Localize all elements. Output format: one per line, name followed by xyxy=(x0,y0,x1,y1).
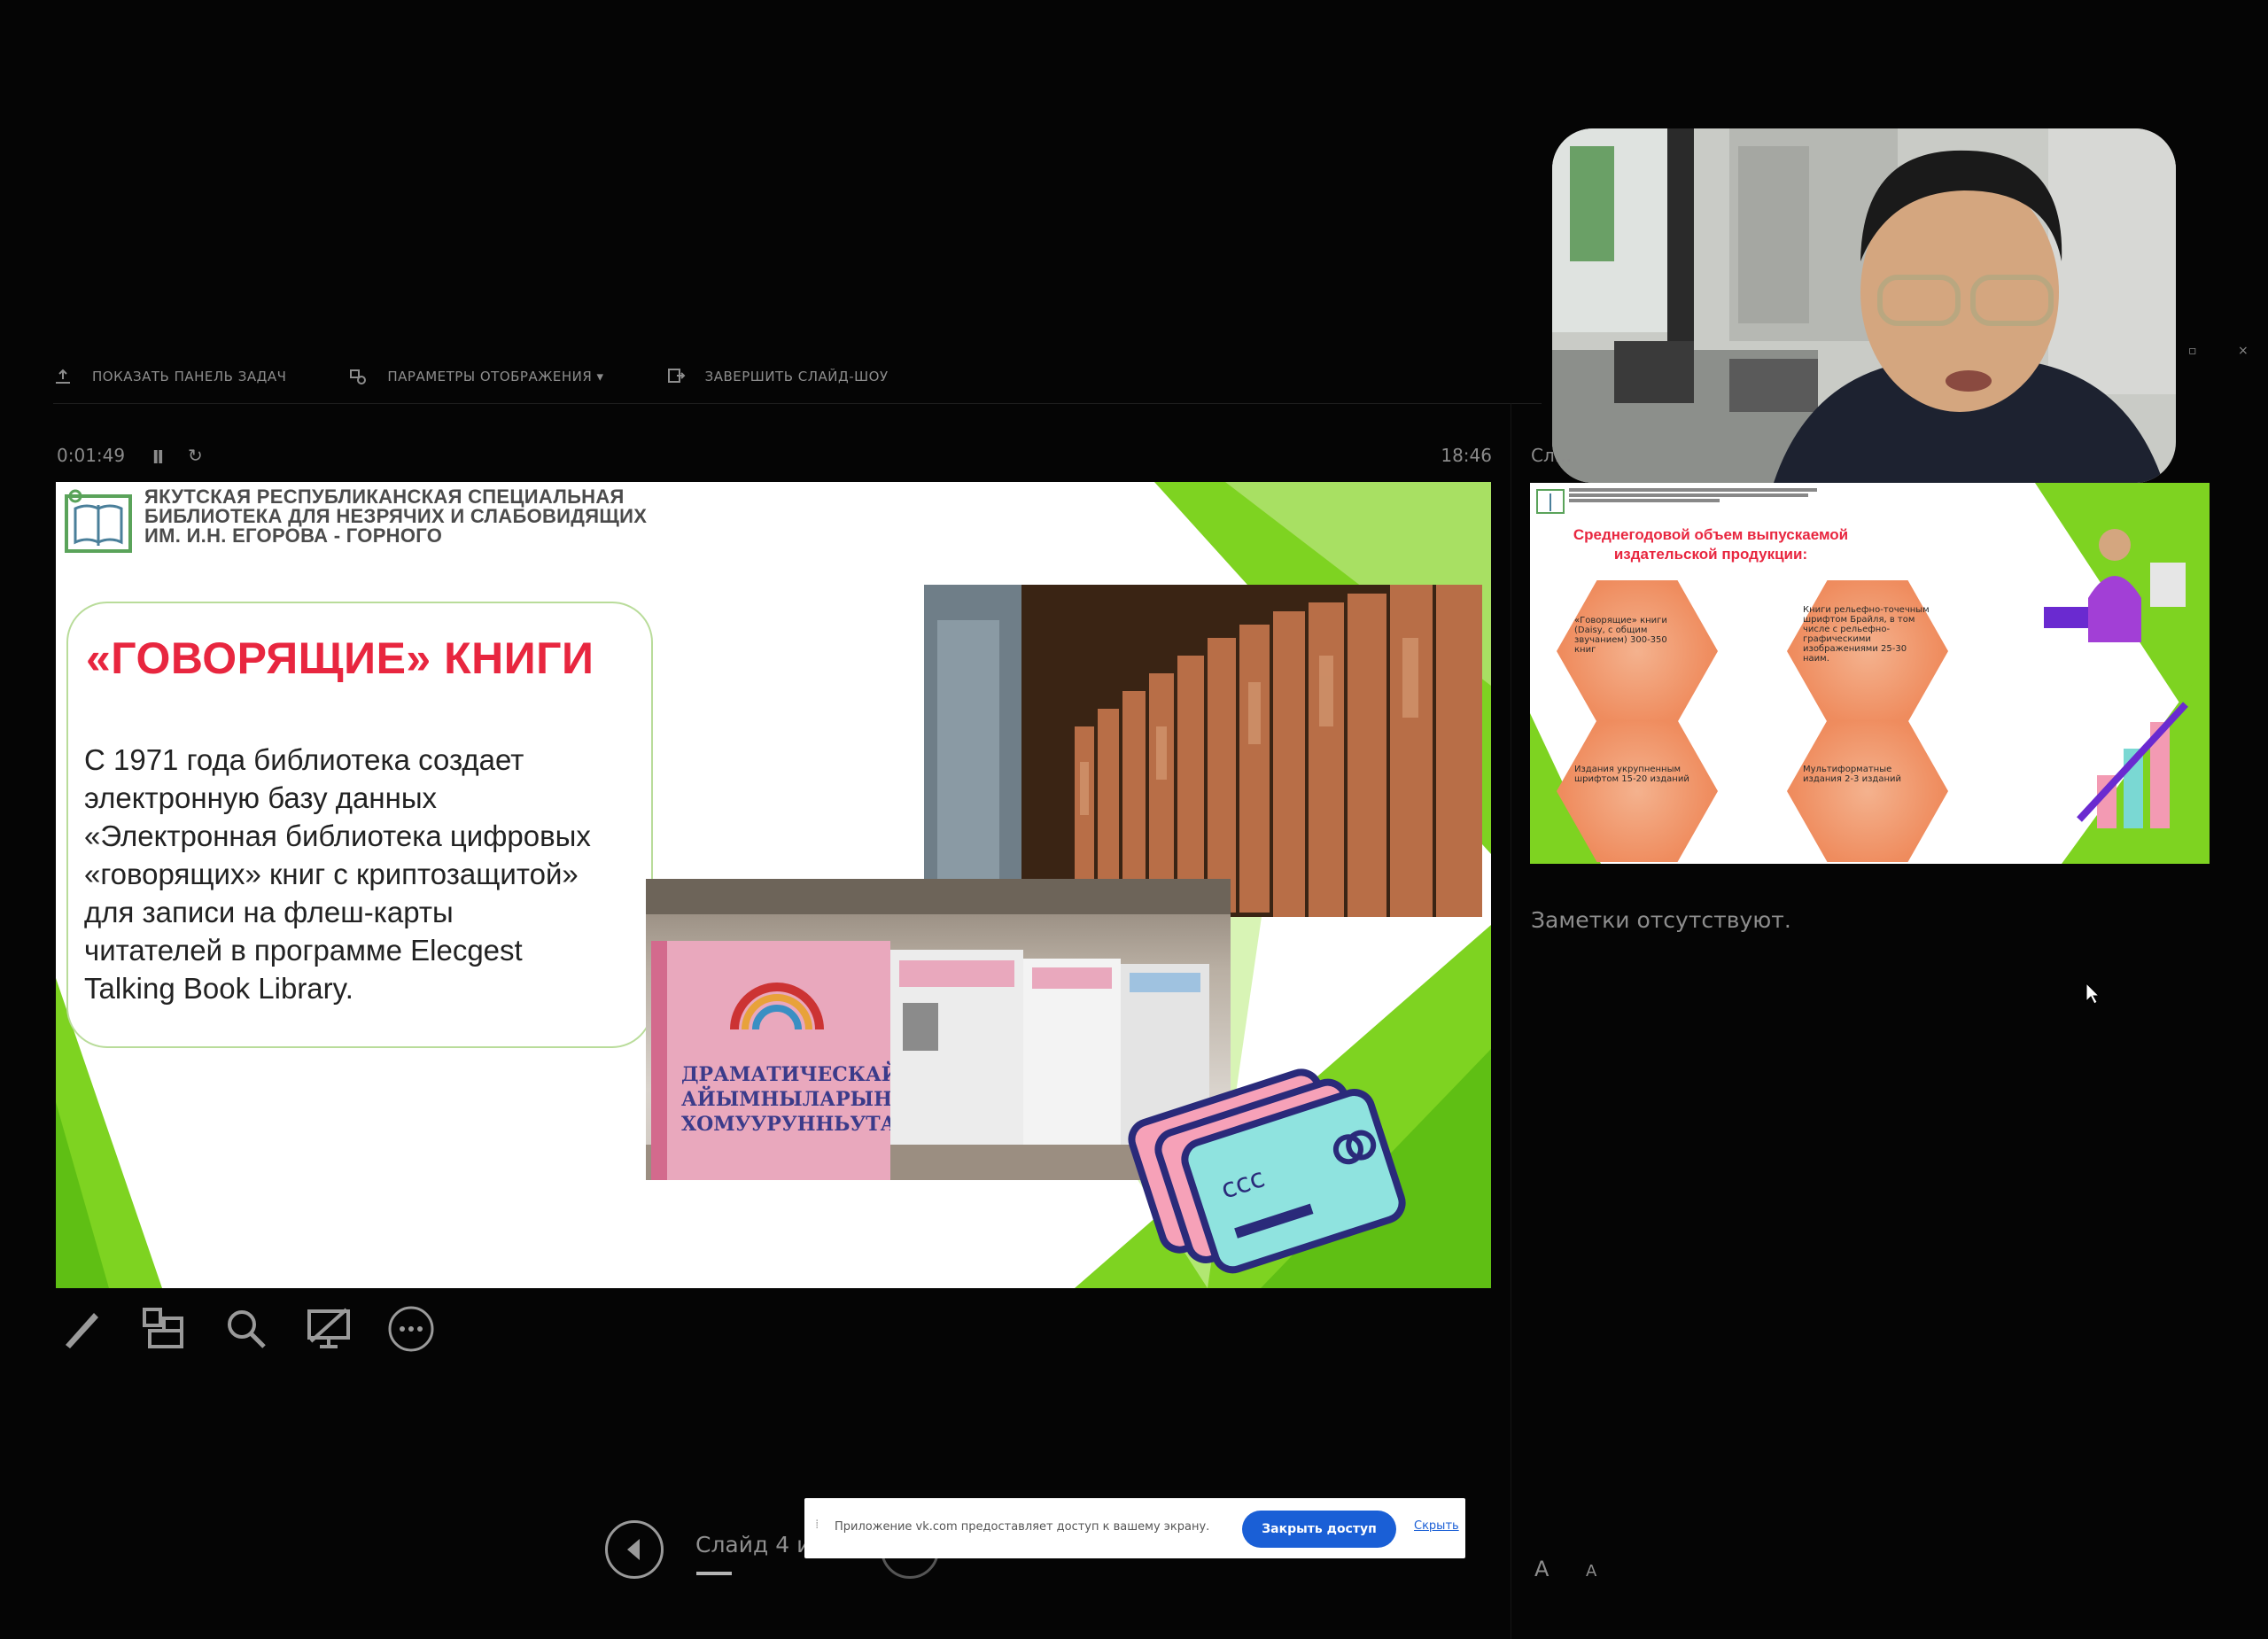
pen-tool-button[interactable] xyxy=(57,1304,106,1354)
body-line: Talking Book Library. xyxy=(84,972,353,1005)
zoom-button[interactable] xyxy=(221,1304,271,1354)
book-cover-line: ХОМУУРУННЬУТА xyxy=(681,1113,897,1136)
end-slideshow-button[interactable]: ЗАВЕРШИТЬ СЛАЙД-ШОУ xyxy=(666,367,889,386)
next-slide-preview[interactable]: Среднегодовой объем выпускаемой издатель… xyxy=(1530,483,2210,864)
black-screen-button[interactable] xyxy=(304,1304,353,1354)
hide-bar-link[interactable]: Скрыть xyxy=(1414,1519,1459,1533)
show-taskbar-label: ПОКАЗАТЬ ПАНЕЛЬ ЗАДАЧ xyxy=(92,369,287,385)
body-line: электронную базу данных xyxy=(84,781,438,814)
end-slideshow-label: ЗАВЕРШИТЬ СЛАЙД-ШОУ xyxy=(704,369,889,385)
taskbar-icon xyxy=(56,369,70,384)
screen-icon xyxy=(307,1308,350,1348)
display-settings-icon xyxy=(350,369,367,385)
slide-title: «ГОВОРЯЩИЕ» КНИГИ xyxy=(86,633,594,683)
org-name-line-3: ИМ. И.Н. ЕГОРОВА - ГОРНОГО xyxy=(144,524,443,547)
mouse-cursor-icon xyxy=(2085,982,2101,1005)
credit-cards-illustration: ccc xyxy=(1128,1068,1406,1274)
body-line: для записи на флеш-карты xyxy=(84,896,454,928)
more-icon xyxy=(388,1306,434,1352)
chevron-left-icon xyxy=(627,1539,640,1560)
next-slide-title-line: Среднегодовой объем выпускаемой xyxy=(1573,526,1849,543)
increase-font-button[interactable]: A xyxy=(1534,1557,1549,1581)
decrease-font-button[interactable]: A xyxy=(1586,1562,1596,1581)
org-name-line-2: БИБЛИОТЕКА ДЛЯ НЕЗРЯЧИХ И СЛАБОВИДЯЩИХ xyxy=(144,505,648,527)
speaker-video xyxy=(1552,128,2176,483)
slide-tools-bar xyxy=(57,1302,447,1355)
speaker-video-frame xyxy=(1552,128,2176,483)
body-line: С 1971 года библиотека создает xyxy=(84,743,524,776)
magnifier-icon xyxy=(228,1310,266,1348)
current-time: 18:46 xyxy=(1441,445,1492,466)
next-slide-logo-icon xyxy=(1536,489,1565,514)
book-cover-line: ДРАМАТИЧЕСКАЙ xyxy=(681,1060,900,1086)
pen-icon xyxy=(66,1313,98,1348)
next-slide-label: Сл... xyxy=(1531,445,1572,466)
stop-sharing-button[interactable]: Закрыть доступ xyxy=(1242,1511,1396,1548)
slide-counter: Слайд 4 и xyxy=(695,1532,812,1557)
hexagon-text: Издания укрупненным шрифтом 15-20 издани… xyxy=(1574,765,1689,784)
display-settings-button[interactable]: ПАРАМЕТРЫ ОТОБРАЖЕНИЯ ▾ xyxy=(348,367,603,386)
next-slide-title-line: издательской продукции: xyxy=(1613,546,1808,563)
next-slide-header xyxy=(1569,486,1826,513)
org-name-line-1: ЯКУТСКАЯ РЕСПУБЛИКАНСКАЯ СПЕЦИАЛЬНАЯ xyxy=(144,485,625,508)
library-logo-icon xyxy=(65,489,132,553)
body-line: читателей в программе Elecgest xyxy=(84,934,523,967)
elapsed-timer: 0:01:49 xyxy=(57,445,126,466)
drag-handle-icon[interactable]: ⁞ xyxy=(815,1518,819,1532)
close-video-button[interactable]: × xyxy=(2238,344,2249,358)
restore-video-button[interactable]: ▫ xyxy=(2188,344,2197,358)
speaker-notes: Заметки отсутствуют. xyxy=(1531,907,1791,933)
hexagon-text: Книги рельефно-точечным шрифтом Брайля, … xyxy=(1803,605,1930,664)
screen-share-bar: ⁞ Приложение vk.com предоставляет доступ… xyxy=(804,1498,1465,1558)
slide-body: С 1971 года библиотека создает электронн… xyxy=(84,741,651,1007)
end-slideshow-icon xyxy=(667,369,686,383)
display-settings-label: ПАРАМЕТРЫ ОТОБРАЖЕНИЯ ▾ xyxy=(387,369,604,385)
restart-timer-button[interactable]: ↻ xyxy=(188,445,203,466)
counter-underline xyxy=(696,1572,732,1575)
previous-slide-button[interactable] xyxy=(605,1520,664,1579)
book-cover-line: АЙЫМНЫЛАРЫН xyxy=(681,1085,892,1111)
toolbar-divider xyxy=(53,403,1542,404)
more-options-button[interactable] xyxy=(386,1304,436,1354)
hexagon-text: «Говорящие» книги (Daisy, с общим звучан… xyxy=(1574,616,1667,655)
share-message: Приложение vk.com предоставляет доступ к… xyxy=(835,1520,1210,1534)
presenter-timer-row: 0:01:49 II ↻ 18:46 xyxy=(57,445,1492,471)
hexagon-text: Мультиформатные издания 2-3 изданий xyxy=(1803,765,1901,784)
body-line: «говорящих» книг с криптозащитой» xyxy=(84,858,579,890)
bookshelf-illustration xyxy=(924,585,1482,917)
current-slide: ЯКУТСКАЯ РЕСПУБЛИКАНСКАЯ СПЕЦИАЛЬНАЯ БИБ… xyxy=(56,482,1491,1288)
presenter-toolbar: ПОКАЗАТЬ ПАНЕЛЬ ЗАДАЧ ПАРАМЕТРЫ ОТОБРАЖЕ… xyxy=(53,359,1559,394)
body-line: «Электронная библиотека цифровых xyxy=(84,820,591,852)
all-slides-button[interactable] xyxy=(139,1304,189,1354)
show-taskbar-button[interactable]: ПОКАЗАТЬ ПАНЕЛЬ ЗАДАЧ xyxy=(53,367,286,386)
pause-timer-button[interactable]: II xyxy=(152,447,164,468)
grid-icon xyxy=(143,1308,183,1348)
next-slide-title: Среднегодовой объем выпускаемой издатель… xyxy=(1551,525,1870,564)
bookshelf-photo xyxy=(924,585,1482,917)
